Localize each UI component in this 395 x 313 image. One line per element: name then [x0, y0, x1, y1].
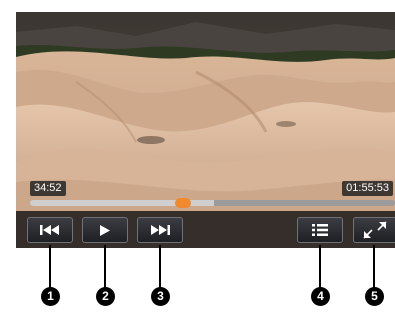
callout-line-4	[319, 245, 321, 289]
seek-bar[interactable]	[30, 198, 395, 208]
video-frame[interactable]: 34:52 01:55:53	[16, 12, 395, 248]
skip-back-icon	[40, 225, 59, 235]
fullscreen-button[interactable]	[353, 217, 395, 243]
play-button[interactable]	[82, 217, 128, 243]
expand-icon	[362, 221, 387, 239]
play-icon	[100, 224, 110, 236]
callout-line-5	[373, 245, 375, 289]
next-chapter-button[interactable]	[137, 217, 183, 243]
callout-line-3	[159, 245, 161, 289]
skip-forward-icon	[151, 225, 170, 235]
callout-4: 4	[311, 287, 330, 306]
callout-line-2	[104, 245, 106, 289]
callout-5: 5	[365, 287, 384, 306]
previous-chapter-button[interactable]	[27, 217, 73, 243]
list-icon	[312, 224, 328, 236]
total-time: 01:55:53	[342, 181, 393, 196]
seek-thumb[interactable]	[174, 198, 191, 208]
callout-3: 3	[151, 287, 170, 306]
callout-2: 2	[96, 287, 115, 306]
control-bar	[16, 211, 395, 248]
menu-button[interactable]	[297, 217, 343, 243]
elapsed-time: 34:52	[30, 181, 66, 196]
callout-line-1	[49, 245, 51, 289]
callout-1: 1	[41, 287, 60, 306]
